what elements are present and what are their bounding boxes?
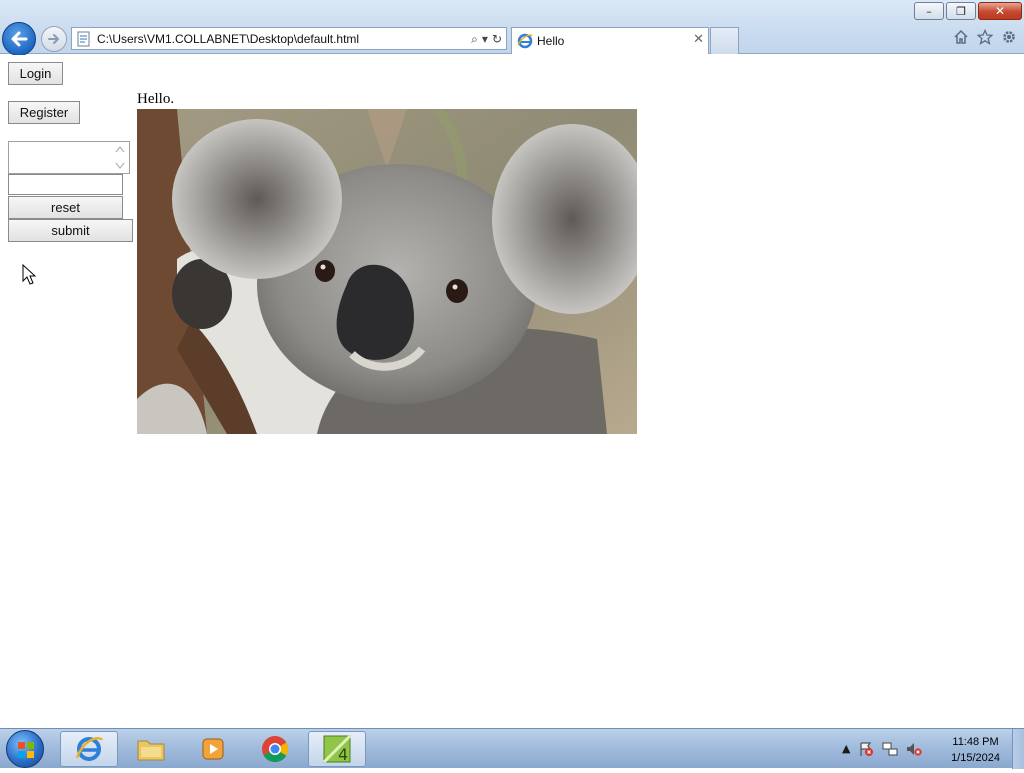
taskbar-internet-explorer[interactable] [60, 731, 118, 767]
login-button[interactable]: Login [8, 62, 63, 85]
mouse-cursor-icon [22, 264, 36, 285]
register-button[interactable]: Register [8, 101, 80, 124]
clock[interactable]: 11:48 PM 1/15/2024 [951, 734, 1000, 766]
chrome-logo-icon [262, 736, 289, 763]
browser-chrome: – ❐ ✕ C:\Users\VM1.COLLABNET\Desktop\def… [0, 0, 1024, 56]
close-window-button[interactable]: ✕ [978, 2, 1022, 20]
textarea-scroll-arrows-icon[interactable] [113, 144, 127, 171]
page-content: Login Register reset submit Hello. [0, 55, 1024, 728]
taskbar-app-4[interactable]: 4 [308, 731, 366, 767]
tray-icons: ▲ [842, 741, 923, 757]
taskbar-media-player[interactable] [184, 731, 242, 767]
new-tab-button[interactable] [710, 27, 739, 54]
forward-button[interactable] [41, 26, 67, 52]
address-text[interactable]: C:\Users\VM1.COLLABNET\Desktop\default.h… [97, 32, 359, 46]
show-hidden-icons-icon[interactable]: ▲ [842, 741, 850, 757]
submit-button[interactable]: submit [8, 219, 133, 242]
start-orb-button[interactable] [6, 730, 44, 768]
arrow-right-icon [48, 34, 59, 44]
window-controls: – ❐ ✕ [914, 2, 1022, 20]
refresh-icon[interactable]: ↻ [492, 31, 502, 47]
reset-button[interactable]: reset [8, 196, 123, 219]
close-tab-icon[interactable]: ✕ [693, 32, 704, 47]
address-bar-actions: ⌕ ▾ ↻ [471, 31, 502, 47]
favorites-star-icon[interactable] [976, 28, 994, 46]
minimize-button[interactable]: – [914, 2, 944, 20]
tab-hello[interactable]: Hello ✕ [511, 27, 709, 54]
clock-date: 1/15/2024 [951, 752, 1000, 764]
network-icon[interactable] [882, 741, 898, 757]
system-tray: ▲ 11:48 PM 1/15/2024 [834, 729, 1024, 769]
tab-label: Hello [537, 34, 565, 48]
greeting-text: Hello. [137, 91, 175, 107]
textarea-field[interactable] [8, 141, 130, 174]
svg-text:4: 4 [338, 745, 348, 764]
volume-muted-icon[interactable] [906, 741, 923, 757]
page-favicon-icon [77, 31, 90, 47]
tools-gear-icon[interactable] [1000, 28, 1018, 46]
koala-image [137, 109, 637, 434]
ie-logo-icon [517, 33, 533, 49]
action-center-flag-icon[interactable] [858, 741, 874, 757]
address-bar[interactable]: C:\Users\VM1.COLLABNET\Desktop\default.h… [71, 27, 507, 50]
restore-button[interactable]: ❐ [946, 2, 976, 20]
app-4-icon: 4 [322, 734, 352, 764]
taskbar: 4 ▲ 11:48 PM 1/15/2024 [0, 728, 1024, 769]
arrow-left-icon [11, 31, 28, 47]
folder-icon [137, 740, 165, 761]
home-icon[interactable] [952, 28, 970, 46]
media-player-icon [202, 738, 224, 760]
windows-logo-icon [18, 742, 34, 758]
taskbar-file-explorer[interactable] [122, 731, 180, 767]
show-desktop-button[interactable] [1012, 729, 1024, 769]
text-input[interactable] [8, 174, 123, 195]
chevron-down-icon[interactable]: ▾ [482, 31, 488, 47]
ie-logo-icon [75, 737, 104, 761]
search-icon[interactable]: ⌕ [471, 31, 478, 47]
browser-toolbar-icons [952, 28, 1018, 46]
back-button[interactable] [2, 22, 36, 56]
clock-time: 11:48 PM [952, 736, 999, 748]
taskbar-chrome[interactable] [246, 731, 304, 767]
